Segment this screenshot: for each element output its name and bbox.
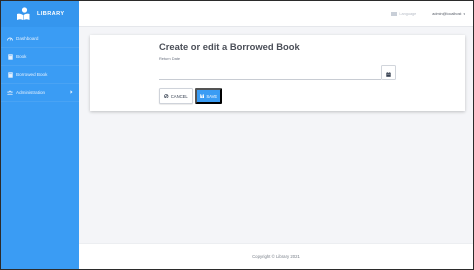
side-menu: Dashboard Book Borrowed Book Administrat… — [1, 30, 79, 102]
sidebar-item-label: Administration — [16, 90, 46, 95]
save-label: SAVE — [206, 93, 218, 99]
borrowed-book-form-card: Create or edit a Borrowed Book Return Da… — [90, 35, 465, 111]
sidebar-item-borrowed-book[interactable]: Borrowed Book — [1, 66, 79, 84]
calendar-button[interactable] — [381, 65, 396, 80]
copyright-text: Copyright © Library 2021 — [252, 254, 300, 259]
sidebar-item-dashboard[interactable]: Dashboard — [1, 30, 79, 48]
return-date-label: Return Date — [159, 56, 180, 61]
sidebar: LIBRARY Dashboard Book Borrowed Book Adm… — [1, 1, 79, 269]
sidebar-item-book[interactable]: Book — [1, 48, 79, 66]
app-window: LIBRARY Dashboard Book Borrowed Book Adm… — [1, 1, 473, 269]
book-icon — [7, 53, 13, 60]
book-icon — [7, 71, 13, 78]
sidebar-item-label: Book — [16, 54, 27, 59]
brand[interactable]: LIBRARY — [1, 1, 79, 27]
library-logo-icon — [15, 7, 31, 21]
sidebar-item-label: Dashboard — [16, 36, 39, 41]
topbar: Language admin@localhost ▾ — [79, 1, 473, 27]
flag-icon — [391, 11, 398, 16]
user-email: admin@localhost — [432, 11, 462, 16]
save-icon — [200, 94, 205, 99]
sidebar-item-administration[interactable]: Administration — [1, 84, 79, 102]
dashboard-icon — [7, 36, 13, 42]
language-label: Language — [399, 11, 417, 16]
cancel-label: CANCEL — [170, 93, 188, 99]
return-date-input[interactable] — [159, 62, 381, 80]
brand-name: LIBRARY — [37, 11, 65, 17]
save-button[interactable]: SAVE — [195, 88, 222, 104]
language-selector[interactable]: Language — [391, 11, 417, 16]
user-menu[interactable]: admin@localhost ▾ — [432, 12, 465, 16]
cancel-button[interactable]: CANCEL — [159, 88, 193, 104]
chevron-right-icon — [70, 89, 73, 96]
users-icon — [7, 90, 13, 96]
footer: Copyright © Library 2021 — [79, 243, 473, 269]
caret-down-icon: ▾ — [463, 11, 465, 16]
sidebar-item-label: Borrowed Book — [16, 72, 48, 77]
ban-icon — [164, 93, 169, 99]
page-title: Create or edit a Borrowed Book — [159, 41, 300, 52]
calendar-icon — [386, 64, 391, 82]
